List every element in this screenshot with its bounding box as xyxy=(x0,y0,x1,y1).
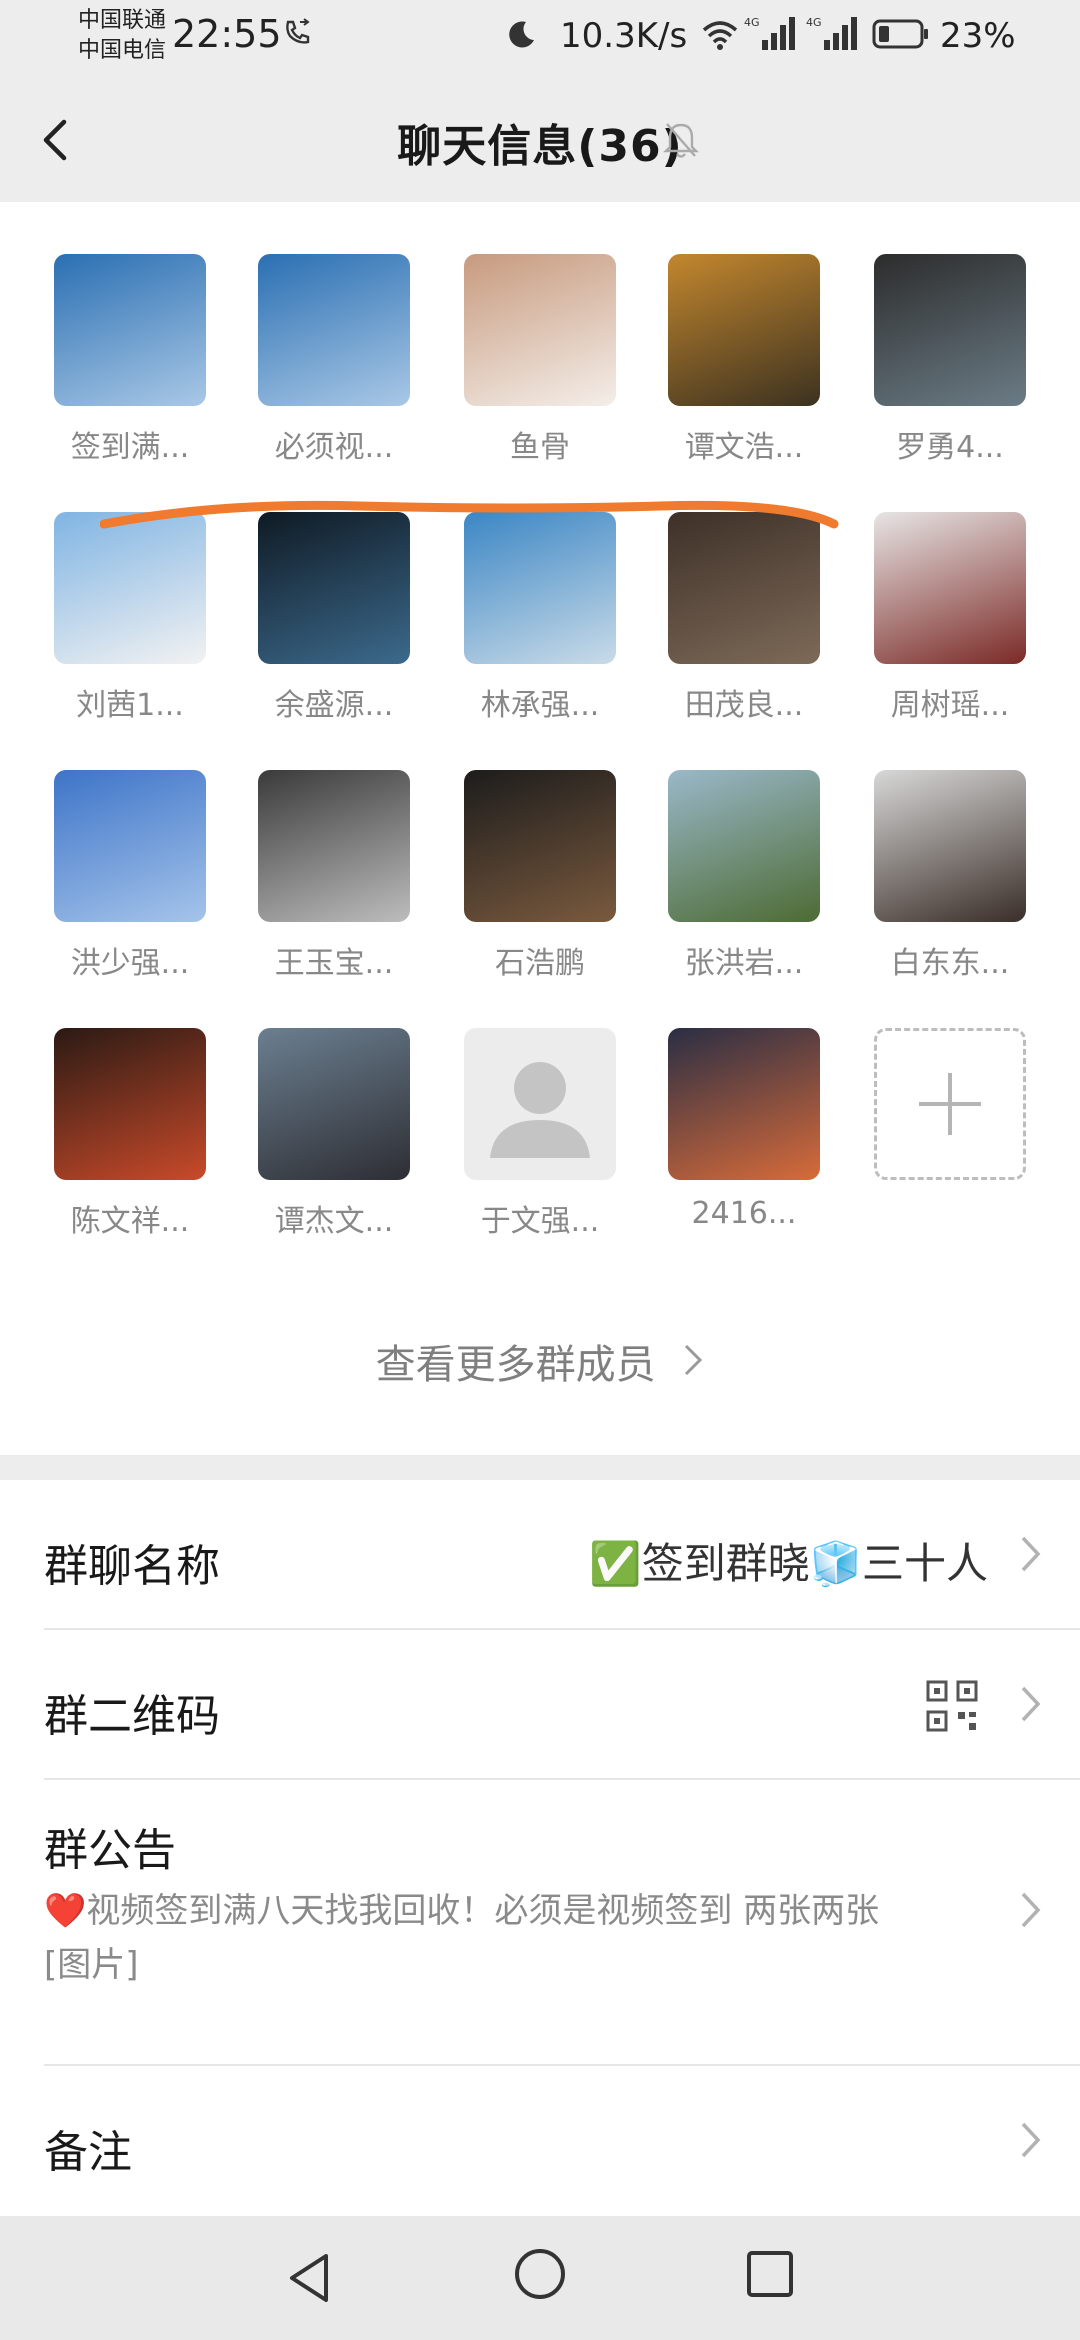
member-item[interactable]: 石浩鹏 xyxy=(416,718,616,981)
member-item[interactable]: 鱼骨 xyxy=(416,202,616,465)
add-member-button[interactable] xyxy=(826,976,1026,1216)
chevron-right-icon xyxy=(1021,2122,1041,2158)
member-item[interactable]: 谭文浩... xyxy=(620,202,820,465)
net-type-2: 4G xyxy=(806,16,822,29)
avatar xyxy=(54,1028,206,1180)
member-item[interactable]: 洪少强... xyxy=(6,718,206,981)
avatar xyxy=(464,1028,616,1180)
avatar xyxy=(874,770,1026,922)
signal-icon-2: 4G xyxy=(806,16,857,50)
chevron-right-icon xyxy=(682,1342,704,1388)
member-name: 2416... xyxy=(691,1196,797,1231)
group-name-value: ✅签到群晓🧊三十人 xyxy=(589,1539,988,1588)
default-avatar-icon xyxy=(490,1062,590,1158)
remark-label: 备注 xyxy=(44,2127,132,2178)
group-settings-list: 群聊名称 ✅签到群晓🧊三十人 群二维码 群公告 ❤️视频签到满八天找我回收！必须… xyxy=(0,1480,1080,2216)
nav-home-icon[interactable] xyxy=(512,2246,568,2302)
avatar xyxy=(464,770,616,922)
member-name: 于文强... xyxy=(480,1204,600,1239)
muted-bell-icon xyxy=(663,123,699,158)
avatar xyxy=(258,1028,410,1180)
group-name-row[interactable]: 群聊名称 ✅签到群晓🧊三十人 xyxy=(0,1480,1080,1630)
chevron-right-icon xyxy=(1021,1536,1041,1572)
nav-recents-icon[interactable] xyxy=(744,2248,796,2300)
qr-code-icon xyxy=(926,1680,978,1732)
member-item[interactable]: 周树瑶... xyxy=(826,460,1026,723)
highlight-underline xyxy=(100,500,839,529)
announcement-body: ❤️视频签到满八天找我回收！必须是视频签到 两张两张 xyxy=(44,1891,880,1931)
network-speed: 10.3K/s xyxy=(560,16,688,56)
avatar xyxy=(258,254,410,406)
avatar xyxy=(668,254,820,406)
carrier-1: 中国联通 xyxy=(78,8,167,33)
announcement-label: 群公告 xyxy=(44,1825,176,1876)
qr-code-label: 群二维码 xyxy=(44,1691,220,1742)
battery-icon xyxy=(872,19,928,49)
member-name: 谭杰文... xyxy=(274,1204,394,1239)
member-item[interactable]: 2416... xyxy=(620,976,820,1231)
announcement-text: ❤️视频签到满八天找我回收！必须是视频签到 两张两张 [图片] xyxy=(44,1884,944,1992)
member-name: 陈文祥... xyxy=(70,1204,190,1239)
page-title: 聊天信息(36) xyxy=(397,121,683,172)
member-item[interactable]: 于文强... xyxy=(416,976,616,1239)
announcement-row[interactable]: 群公告 ❤️视频签到满八天找我回收！必须是视频签到 两张两张 [图片] xyxy=(0,1780,1080,2066)
top-bar: 聊天信息(36) xyxy=(0,76,1080,202)
clock: 22:55 xyxy=(172,12,282,56)
battery-percent: 23% xyxy=(940,16,1016,56)
member-item[interactable]: 张洪岩... xyxy=(620,718,820,981)
member-item[interactable]: 王玉宝... xyxy=(210,718,410,981)
avatar xyxy=(54,770,206,922)
signal-icon-1: 4G xyxy=(744,16,795,50)
avatar xyxy=(258,770,410,922)
system-nav-bar xyxy=(0,2216,1080,2340)
avatar xyxy=(668,770,820,922)
carrier-2: 中国电信 xyxy=(78,38,167,63)
net-type-1: 4G xyxy=(744,16,760,29)
avatar xyxy=(464,254,616,406)
nav-back-icon[interactable] xyxy=(282,2248,338,2308)
members-section: 签到满... 必须视... 鱼骨 谭文浩... 罗勇4... 刘茜1... 余盛源... 林承… xyxy=(0,202,1080,1455)
group-name-label: 群聊名称 xyxy=(44,1541,220,1592)
chevron-right-icon xyxy=(1021,1686,1041,1722)
avatar xyxy=(668,1028,820,1180)
call-forward-icon xyxy=(286,18,310,44)
member-item[interactable]: 陈文祥... xyxy=(6,976,206,1239)
remark-row[interactable]: 备注 xyxy=(0,2066,1080,2216)
announcement-image-tag: [图片] xyxy=(44,1945,139,1985)
avatar xyxy=(874,512,1026,664)
view-more-members-link[interactable]: 查看更多群成员 xyxy=(0,1332,1080,1390)
member-item[interactable]: 白东东... xyxy=(826,718,1026,981)
plus-icon xyxy=(919,1073,981,1135)
member-item[interactable]: 谭杰文... xyxy=(210,976,410,1239)
chevron-right-icon xyxy=(1021,1892,1041,1928)
wifi-icon xyxy=(702,21,738,50)
status-bar: 中国联通 中国电信 22:55 10.3K/s 4G 4G 23% xyxy=(0,0,1080,76)
avatar xyxy=(874,254,1026,406)
add-member-box xyxy=(874,1028,1026,1180)
moon-icon xyxy=(509,21,534,48)
view-more-label: 查看更多群成员 xyxy=(375,1342,656,1388)
avatar xyxy=(54,254,206,406)
member-item[interactable]: 罗勇4... xyxy=(826,202,1026,465)
member-item[interactable]: 必须视... xyxy=(210,202,410,465)
member-item[interactable]: 签到满... xyxy=(6,202,206,465)
qr-code-row[interactable]: 群二维码 xyxy=(0,1630,1080,1780)
carrier-labels: 中国联通 中国电信 xyxy=(78,6,166,66)
